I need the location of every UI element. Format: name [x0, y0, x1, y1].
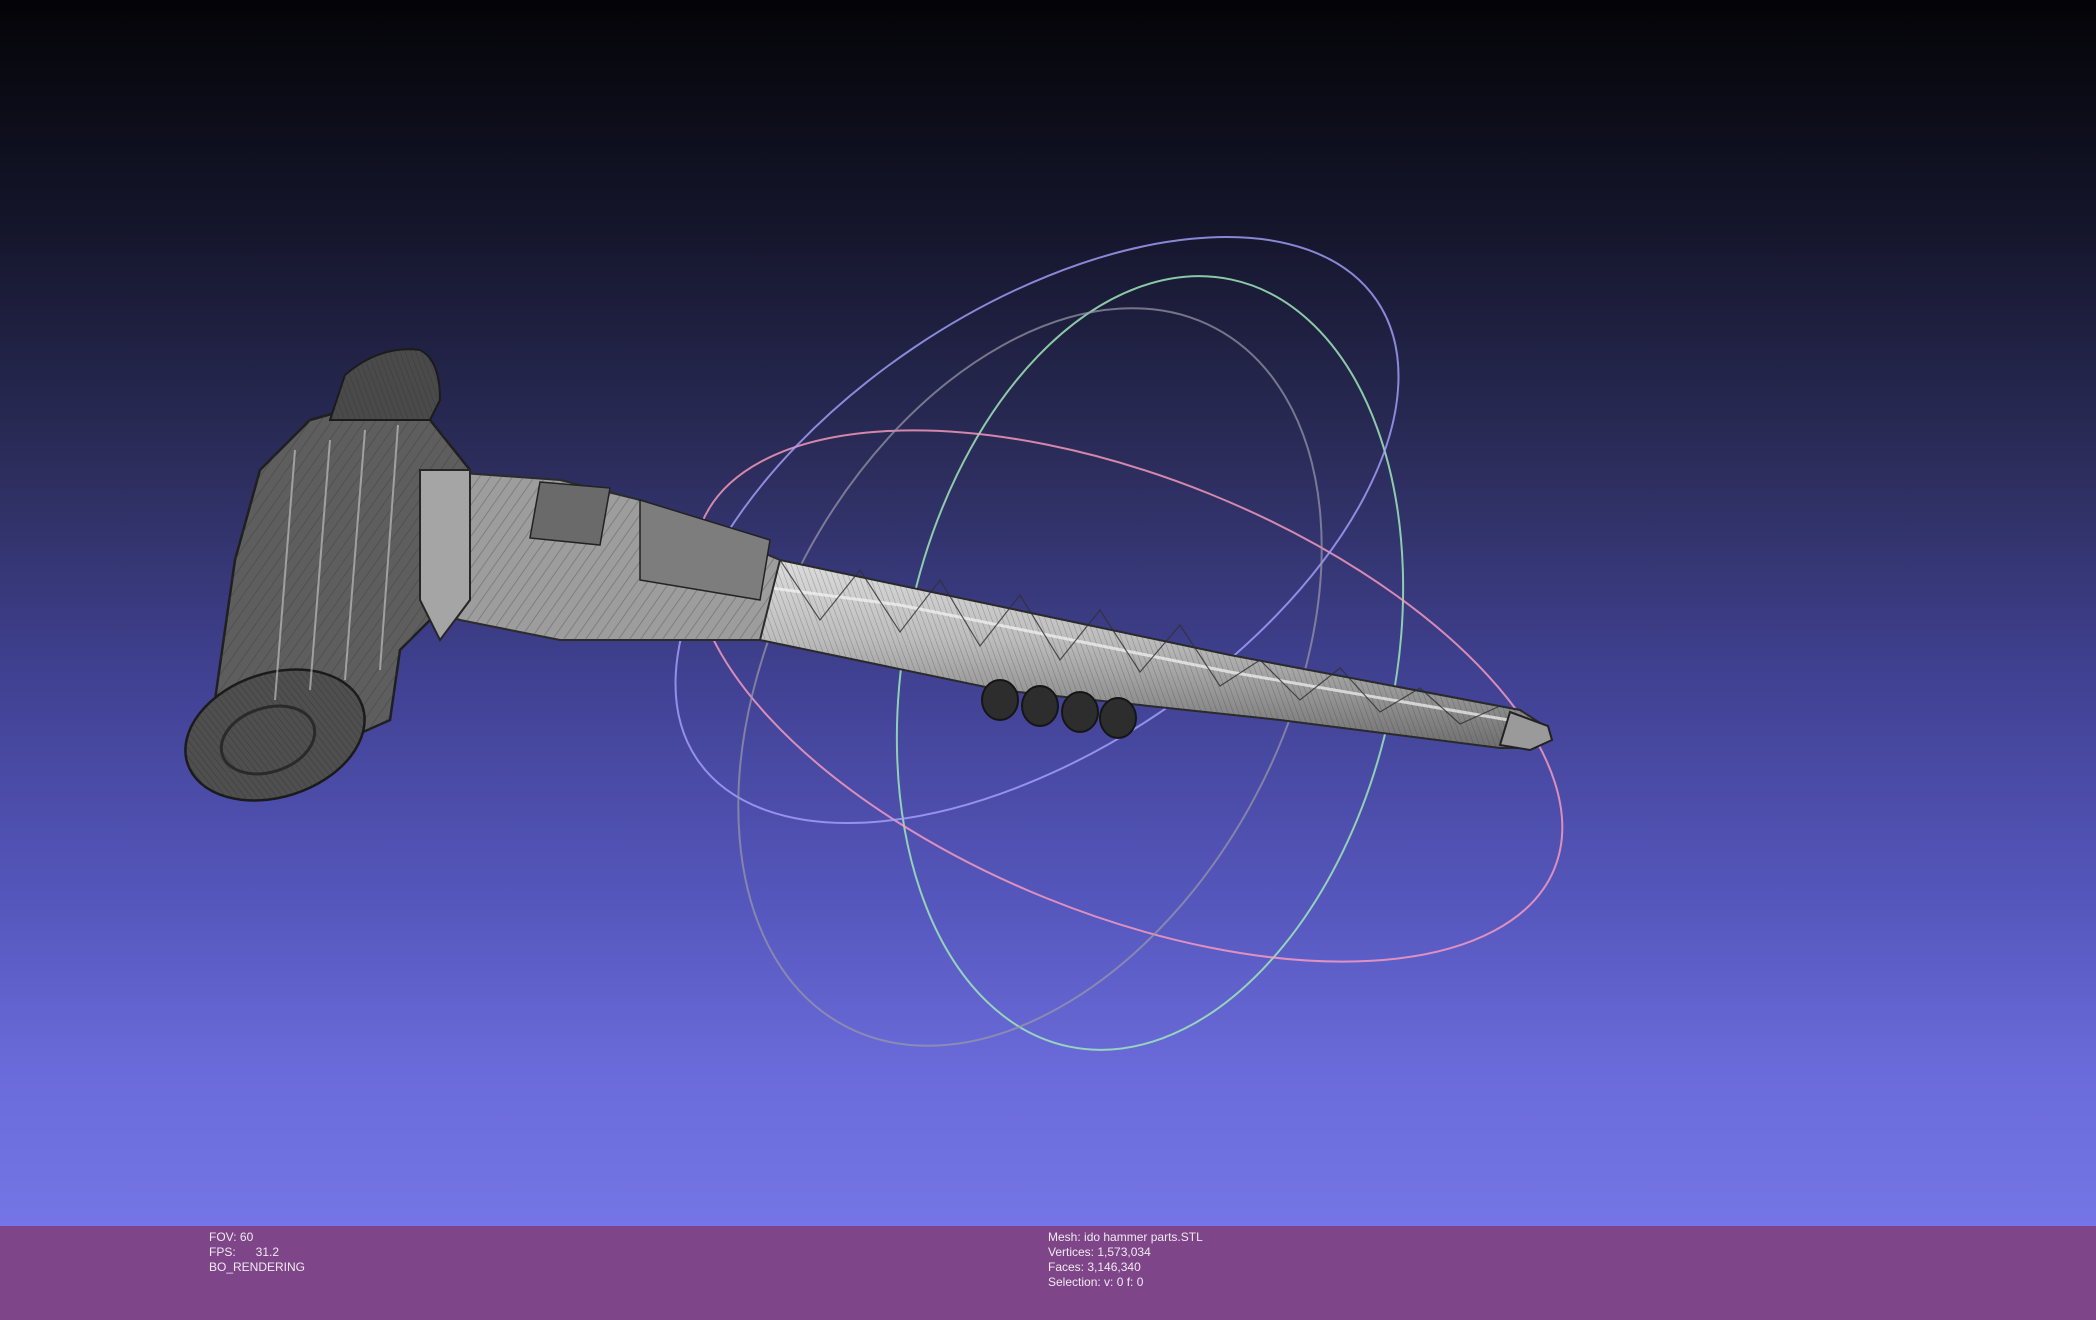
fps-readout: FPS: 31.2: [209, 1245, 305, 1260]
vertices-label: Vertices:: [1048, 1245, 1095, 1259]
fps-label: FPS:: [209, 1245, 236, 1259]
vertices-readout: Vertices: 1,573,034: [1048, 1245, 1203, 1260]
selection-label: Selection:: [1048, 1275, 1101, 1289]
render-info: FOV: 60 FPS: 31.2 BO_RENDERING: [209, 1230, 305, 1275]
selection-value: v: 0 f: 0: [1104, 1275, 1144, 1289]
render-mode: BO_RENDERING: [209, 1260, 306, 1274]
status-bar: FOV: 60 FPS: 31.2 BO_RENDERING Mesh: ido …: [0, 1226, 2096, 1320]
hammer-mesh[interactable]: [168, 348, 1554, 822]
mesh-name: ido hammer parts.STL: [1084, 1230, 1203, 1244]
mesh-label: Mesh:: [1048, 1230, 1081, 1244]
meshlab-window: FOV: 60 FPS: 31.2 BO_RENDERING Mesh: ido …: [0, 0, 2096, 1320]
selection-readout: Selection: v: 0 f: 0: [1048, 1275, 1203, 1290]
faces-label: Faces:: [1048, 1260, 1085, 1274]
fov-label: FOV:: [209, 1230, 237, 1244]
fov-readout: FOV: 60: [209, 1230, 305, 1245]
faces-value: 3,146,340: [1087, 1260, 1141, 1274]
scene-canvas[interactable]: [0, 0, 2096, 1226]
fov-value: 60: [239, 1230, 254, 1244]
hammer-head-top-cap-wire: [330, 349, 440, 420]
mesh-info: Mesh: ido hammer parts.STL Vertices: 1,5…: [1048, 1230, 1203, 1290]
mesh-name-readout: Mesh: ido hammer parts.STL: [1048, 1230, 1203, 1245]
faces-readout: Faces: 3,146,340: [1048, 1260, 1203, 1275]
hammer-pommel: [1498, 710, 1554, 752]
vertices-value: 1,573,034: [1097, 1245, 1151, 1259]
fps-value: 31.2: [255, 1245, 280, 1259]
neck-panel-1: [529, 481, 611, 546]
3d-viewport[interactable]: [0, 0, 2096, 1226]
